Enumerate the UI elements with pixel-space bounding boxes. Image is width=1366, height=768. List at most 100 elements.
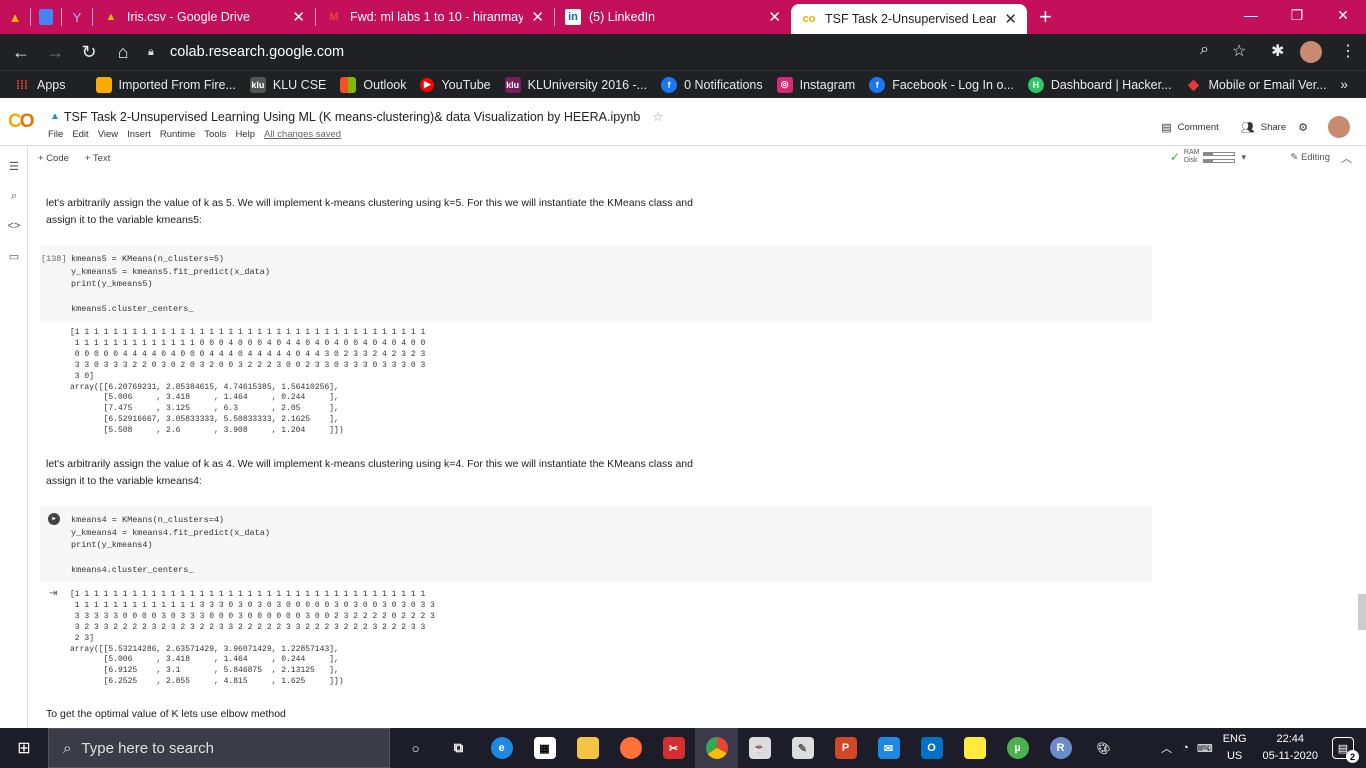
tab-iris-csv[interactable]: ▲ Iris.csv - Google Drive ✕ [93, 0, 315, 34]
tab-gmail[interactable]: M Fwd: ml labs 1 to 10 - hiranmaye ✕ [316, 0, 554, 34]
notepad-icon[interactable]: ✎ [781, 728, 824, 768]
output-arrow-icon[interactable]: ⇥ [49, 588, 57, 599]
powerpoint-icon[interactable]: P [824, 728, 867, 768]
google-drive-pinned-icon[interactable]: ▲ [0, 0, 30, 34]
language-indicator[interactable]: ENG US [1223, 731, 1247, 765]
tab-colab-active[interactable]: co TSF Task 2-Unsupervised Learnin ✕ [791, 4, 1027, 34]
code-cell-kmeans4[interactable]: ▶ kmeans4 = KMeans(n_clusters=4) y_kmean… [40, 506, 1152, 582]
code-editor[interactable]: kmeans4 = KMeans(n_clusters=4) y_kmeans4… [71, 514, 270, 577]
chrome-icon[interactable] [695, 728, 738, 768]
tab-linkedin[interactable]: in (5) LinkedIn ✕ [555, 0, 791, 34]
bookmark-youtube[interactable]: ▶ YouTube [420, 77, 491, 92]
star-icon[interactable]: ☆ [652, 109, 663, 124]
add-code-button[interactable]: + Code [38, 153, 69, 164]
bookmark-mobile-email[interactable]: ◆ Mobile or Email Ver... [1186, 76, 1327, 93]
minimize-icon[interactable]: — [1228, 0, 1274, 30]
bookmark-kluniversity[interactable]: klu KLUniversity 2016 -... [504, 76, 647, 93]
text-cell-elbow[interactable]: To get the optimal value of K lets use e… [46, 706, 726, 723]
profile-avatar[interactable] [1300, 41, 1322, 63]
bookmark-facebook[interactable]: f Facebook - Log In o... [869, 76, 1014, 93]
avatar[interactable] [1328, 116, 1350, 138]
task-view-icon[interactable]: ⧉ [437, 728, 480, 768]
outlook-icon[interactable]: O [910, 728, 953, 768]
collapse-header-icon[interactable]: ︿ [1341, 150, 1352, 166]
menu-help[interactable]: Help [235, 129, 255, 140]
file-explorer-icon[interactable] [566, 728, 609, 768]
bookmark-outlook[interactable]: Outlook [340, 76, 406, 93]
bookmark-hackerrank[interactable]: H Dashboard | Hacker... [1027, 76, 1172, 93]
menu-edit[interactable]: Edit [72, 129, 88, 140]
cortana-icon[interactable]: ○ [394, 728, 437, 768]
text-cell-kmeans5[interactable]: let's arbitrarily assign the value of k … [46, 195, 726, 229]
menu-file[interactable]: File [48, 129, 63, 140]
edge-icon[interactable]: e [480, 728, 523, 768]
settings-icon[interactable]: ⚙ [1298, 121, 1314, 134]
resource-indicator[interactable]: ✓ RAM Disk ▾ [1170, 149, 1246, 165]
utorrent-icon[interactable]: µ [996, 728, 1039, 768]
text-cell-kmeans4[interactable]: let's arbitrarily assign the value of k … [46, 456, 726, 490]
sticky-notes-icon[interactable] [953, 728, 996, 768]
save-status[interactable]: All changes saved [264, 129, 341, 140]
windows-start-icon[interactable]: ⊞ [0, 728, 48, 768]
bookmark-klu-cse[interactable]: klu KLU CSE [249, 76, 326, 93]
store-icon[interactable]: ▦ [523, 728, 566, 768]
acrobat-icon[interactable]: ✂ [652, 728, 695, 768]
close-icon[interactable]: ✕ [1004, 10, 1017, 28]
chevron-up-icon[interactable]: ︿ [1161, 740, 1172, 756]
docs-pinned-icon[interactable] [31, 0, 61, 34]
notification-center-icon[interactable]: ▤ 2 [1332, 737, 1359, 763]
bookmark-label: Apps [37, 77, 66, 92]
clock[interactable]: 22:44 05-11-2020 [1263, 731, 1318, 765]
zoom-search-icon[interactable]: ⌕ [1200, 41, 1209, 59]
scrollbar-thumb[interactable] [1358, 594, 1366, 630]
restore-icon[interactable]: ❐ [1274, 0, 1320, 30]
keyboard-icon[interactable]: ⌨ [1197, 742, 1213, 755]
table-of-contents-icon[interactable]: ☰ [7, 160, 21, 174]
omnibox[interactable]: 🔒︎ colab.research.google.com [140, 39, 1258, 65]
back-icon[interactable]: ← [4, 34, 38, 70]
files-icon[interactable]: ▭ [7, 250, 21, 264]
firefox-icon[interactable] [609, 728, 652, 768]
close-icon[interactable]: ✕ [292, 8, 305, 26]
reload-icon[interactable]: ↻ [72, 34, 106, 70]
close-icon[interactable]: ✕ [531, 8, 544, 26]
bookmark-imported[interactable]: Imported From Fire... [95, 76, 236, 93]
facebook-icon: f [661, 76, 678, 93]
add-text-button[interactable]: + Text [85, 153, 110, 164]
share-button[interactable]: 👥︎ Share [1241, 121, 1286, 134]
run-cell-icon[interactable]: ▶ [48, 513, 60, 525]
yahoo-pinned-icon[interactable]: Y [62, 0, 92, 34]
bookmark-apps[interactable]: ⁞⁞⁞ Apps [14, 77, 66, 93]
code-snippets-icon[interactable]: <> [7, 220, 21, 234]
editing-mode[interactable]: ✎ Editing [1290, 152, 1330, 163]
close-window-icon[interactable]: ✕ [1320, 0, 1366, 30]
more-bookmarks-icon[interactable]: » [1340, 76, 1348, 92]
bookmark-notifications[interactable]: f 0 Notifications [661, 76, 763, 93]
forward-icon[interactable]: → [38, 34, 72, 70]
chevron-down-icon[interactable]: ▾ [1241, 152, 1246, 163]
menu-dots-icon[interactable]: ⋮ [1340, 41, 1356, 61]
window-controls: — ❐ ✕ [1228, 0, 1366, 30]
notebook-title[interactable]: ▲ TSF Task 2-Unsupervised Learning Using… [50, 109, 664, 125]
new-tab-button[interactable]: + [1039, 4, 1052, 30]
colab-logo[interactable]: CO [8, 111, 38, 132]
mail-icon[interactable]: ✉ [867, 728, 910, 768]
menu-tools[interactable]: Tools [204, 129, 226, 140]
code-editor[interactable]: kmeans5 = KMeans(n_clusters=5) y_kmeans5… [71, 253, 270, 316]
java-icon[interactable]: ☕ [738, 728, 781, 768]
close-icon[interactable]: ✕ [768, 8, 781, 26]
r-icon[interactable]: R [1039, 728, 1082, 768]
home-icon[interactable]: ⌂ [106, 34, 140, 70]
bookmark-instagram[interactable]: ◎ Instagram [776, 76, 855, 93]
comment-button[interactable]: ▤ Comment [1161, 121, 1219, 134]
bookmark-star-icon[interactable]: ☆ [1232, 41, 1246, 61]
code-cell-kmeans5[interactable]: [138] kmeans5 = KMeans(n_clusters=5) y_k… [40, 245, 1152, 322]
wifi-icon[interactable]: ◔ [1182, 742, 1189, 754]
menu-runtime[interactable]: Runtime [160, 129, 195, 140]
menu-view[interactable]: View [98, 129, 118, 140]
paint-icon[interactable]: 🎨︎ [1082, 728, 1125, 768]
extensions-icon[interactable]: ✱ [1271, 41, 1284, 61]
taskbar-search[interactable]: ⌕ Type here to search [48, 728, 390, 768]
search-icon[interactable]: ⌕ [7, 190, 21, 204]
menu-insert[interactable]: Insert [127, 129, 151, 140]
